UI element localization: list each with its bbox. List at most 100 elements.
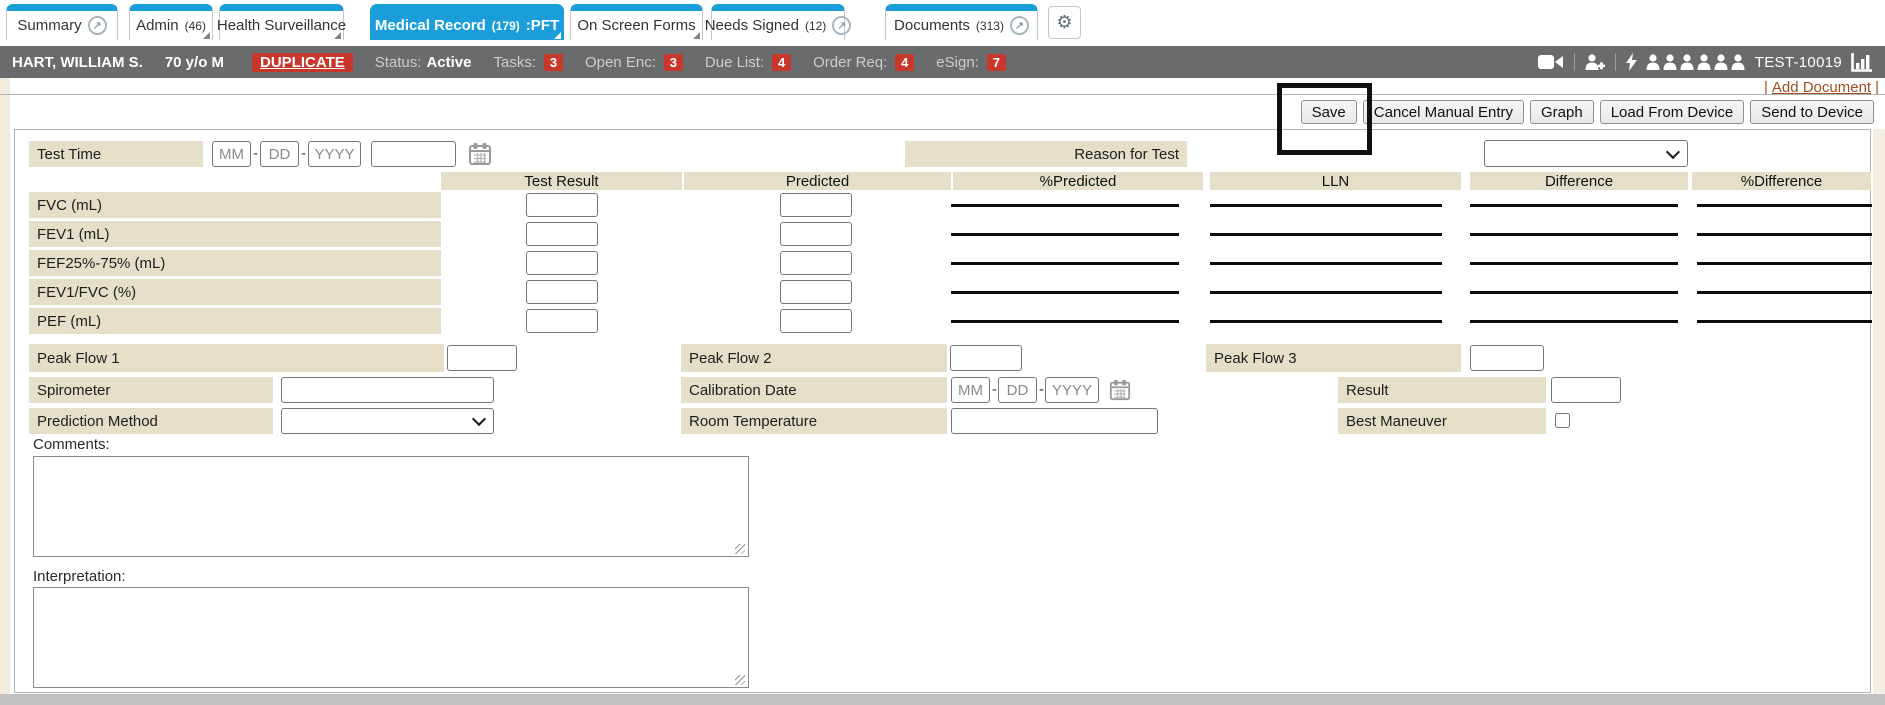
save-button[interactable]: Save xyxy=(1301,100,1357,124)
fev1-fvc-predicted-input[interactable] xyxy=(780,280,852,304)
calibration-day-input[interactable] xyxy=(998,377,1037,403)
fef25-75-percent-difference-line xyxy=(1697,262,1872,265)
row-label-fev1: FEV1 (mL) xyxy=(29,221,441,247)
send-to-device-button[interactable]: Send to Device xyxy=(1750,100,1874,124)
fev1-percent-difference-line xyxy=(1697,233,1872,236)
tab-health-surveillance[interactable]: Health Surveillance xyxy=(219,4,344,40)
peak-flow-1-label: Peak Flow 1 xyxy=(29,344,444,372)
test-time-month-input[interactable] xyxy=(212,141,251,167)
due-list-label: Due List: xyxy=(705,54,764,71)
calibration-month-input[interactable] xyxy=(951,377,990,403)
fef25-75-test-result-input[interactable] xyxy=(526,251,598,275)
person-icon xyxy=(1680,54,1694,70)
column-header-difference: Difference xyxy=(1470,172,1688,190)
reason-for-test-select[interactable] xyxy=(1484,140,1688,167)
fvc-test-result-input[interactable] xyxy=(526,193,598,217)
tab-needs-signed-count: (12) xyxy=(805,19,826,33)
fvc-predicted-input[interactable] xyxy=(780,193,852,217)
date-separator: - xyxy=(992,377,997,403)
prediction-method-select[interactable] xyxy=(281,408,494,434)
interpretation-textarea[interactable] xyxy=(33,587,749,688)
row-label-pef: PEF (mL) xyxy=(29,308,441,334)
fef25-75-predicted-input[interactable] xyxy=(780,251,852,275)
pft-form-panel: Test Time - - Reason for Test Test Resul… xyxy=(14,129,1871,693)
tab-bar: Summary ↗ Admin (46) Health Surveillance… xyxy=(0,0,1885,44)
tab-on-screen-forms-label: On Screen Forms xyxy=(577,17,695,34)
patient-age-sex: 70 y/o M xyxy=(165,54,224,71)
calendar-icon[interactable] xyxy=(467,141,493,167)
fev1-test-result-input[interactable] xyxy=(526,222,598,246)
fev1-predicted-input[interactable] xyxy=(780,222,852,246)
tab-health-surveillance-label: Health Surveillance xyxy=(217,17,346,34)
fev1-fvc-difference-line xyxy=(1470,291,1678,294)
patient-id: TEST-10019 xyxy=(1755,54,1842,71)
date-separator: - xyxy=(253,141,258,167)
patient-banner: HART, WILLIAM S. 70 y/o M DUPLICATE Stat… xyxy=(0,46,1885,78)
tab-documents-count: (313) xyxy=(976,19,1004,33)
fev1-percent-predicted-line xyxy=(951,233,1179,236)
date-separator: - xyxy=(1039,377,1044,403)
bottom-bar xyxy=(0,694,1885,705)
peak-flow-3-label: Peak Flow 3 xyxy=(1206,344,1461,372)
tab-admin[interactable]: Admin (46) xyxy=(129,4,213,40)
pef-percent-difference-line xyxy=(1697,320,1872,323)
pef-test-result-input[interactable] xyxy=(526,309,598,333)
patient-name: HART, WILLIAM S. xyxy=(12,54,143,71)
calendar-icon[interactable] xyxy=(1107,377,1133,403)
chevron-down-icon xyxy=(334,32,341,39)
esign-label: eSign: xyxy=(936,54,979,71)
cancel-manual-entry-button[interactable]: Cancel Manual Entry xyxy=(1363,100,1524,124)
video-camera-icon[interactable] xyxy=(1538,54,1564,70)
bar-chart-icon[interactable] xyxy=(1851,53,1873,72)
peak-flow-1-input[interactable] xyxy=(447,345,517,371)
test-time-day-input[interactable] xyxy=(260,141,299,167)
room-temperature-label: Room Temperature xyxy=(681,408,947,434)
pef-predicted-input[interactable] xyxy=(780,309,852,333)
calibration-year-input[interactable] xyxy=(1045,377,1099,403)
lightning-icon[interactable] xyxy=(1626,53,1638,71)
load-from-device-button[interactable]: Load From Device xyxy=(1600,100,1745,124)
peak-flow-2-input[interactable] xyxy=(950,345,1022,371)
person-icon xyxy=(1646,54,1660,70)
fvc-percent-predicted-line xyxy=(951,204,1179,207)
fvc-difference-line xyxy=(1470,204,1678,207)
tab-summary[interactable]: Summary ↗ xyxy=(6,4,118,40)
status-value: Active xyxy=(426,54,471,71)
fef25-75-percent-predicted-line xyxy=(951,262,1179,265)
tab-on-screen-forms[interactable]: On Screen Forms xyxy=(570,4,703,40)
header-divider xyxy=(0,94,1885,95)
open-enc-label: Open Enc: xyxy=(585,54,656,71)
best-maneuver-checkbox[interactable] xyxy=(1555,413,1570,428)
tab-settings-button[interactable]: ⚙ xyxy=(1048,6,1081,39)
comments-textarea[interactable] xyxy=(33,456,749,557)
column-header-lln: LLN xyxy=(1210,172,1461,190)
test-time-time-input[interactable] xyxy=(371,141,456,167)
tab-documents[interactable]: Documents (313) ↗ xyxy=(885,4,1038,40)
fev1-fvc-test-result-input[interactable] xyxy=(526,280,598,304)
fvc-percent-difference-line xyxy=(1697,204,1872,207)
person-icon-group xyxy=(1646,54,1745,70)
tab-admin-label: Admin xyxy=(136,17,179,34)
divider xyxy=(1574,53,1575,71)
chevron-down-icon xyxy=(472,412,486,426)
room-temperature-input[interactable] xyxy=(951,408,1158,434)
tasks-label: Tasks: xyxy=(493,54,536,71)
chevron-down-icon xyxy=(203,32,210,39)
tab-admin-count: (46) xyxy=(185,19,206,33)
tab-needs-signed[interactable]: Needs Signed (12) ↗ xyxy=(711,4,845,40)
graph-button[interactable]: Graph xyxy=(1530,100,1594,124)
comments-label: Comments: xyxy=(33,436,110,453)
spirometer-label: Spirometer xyxy=(29,377,273,403)
person-add-icon[interactable] xyxy=(1585,54,1605,71)
order-req-badge: 4 xyxy=(895,54,914,71)
tab-documents-label: Documents xyxy=(894,17,970,34)
test-time-year-input[interactable] xyxy=(308,141,361,167)
peak-flow-3-input[interactable] xyxy=(1470,345,1544,371)
open-enc-badge: 3 xyxy=(664,54,683,71)
column-header-predicted: Predicted xyxy=(684,172,951,190)
peak-flow-2-label: Peak Flow 2 xyxy=(681,344,947,372)
column-header-percent-difference: %Difference xyxy=(1692,172,1871,190)
result-input[interactable] xyxy=(1551,377,1621,403)
tab-medical-record[interactable]: Medical Record (179) :PFT xyxy=(370,4,564,40)
spirometer-input[interactable] xyxy=(281,377,494,403)
